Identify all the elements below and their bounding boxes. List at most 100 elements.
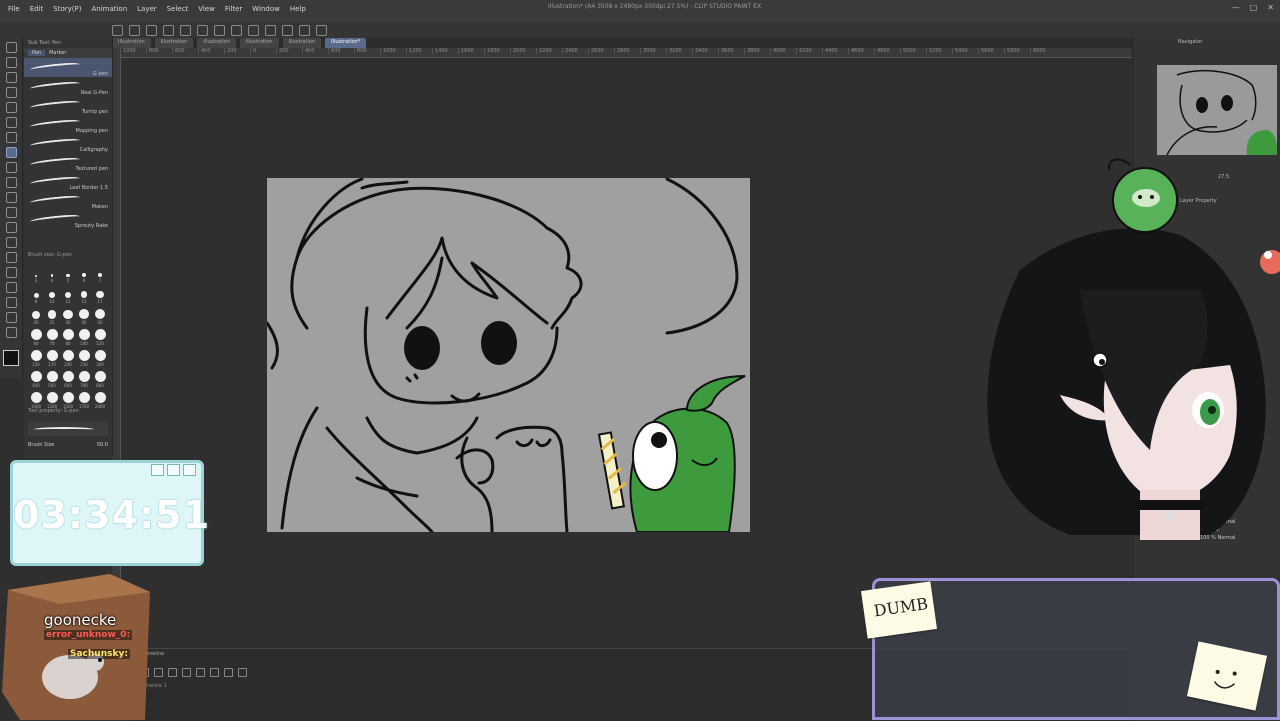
timer-close-icon[interactable] bbox=[183, 464, 196, 476]
save-icon[interactable] bbox=[163, 25, 174, 36]
brush-size-option[interactable]: 700 bbox=[76, 369, 92, 388]
brush-size-option[interactable]: 25 bbox=[44, 306, 60, 325]
brush-item[interactable]: Calligraphy bbox=[24, 134, 112, 153]
pen-icon[interactable] bbox=[248, 25, 259, 36]
balloon-tool-icon[interactable] bbox=[6, 312, 17, 323]
brush-size-option[interactable]: 8 bbox=[28, 285, 44, 304]
onion-skin-icon[interactable] bbox=[238, 668, 247, 677]
drawing-canvas[interactable] bbox=[267, 178, 750, 532]
brush-size-option[interactable]: 250 bbox=[76, 348, 92, 367]
text-tool-icon[interactable] bbox=[6, 297, 17, 308]
menu-icon[interactable] bbox=[112, 25, 123, 36]
main-color-swatch[interactable] bbox=[3, 350, 19, 366]
brush-item[interactable]: Turnip pen bbox=[24, 96, 112, 115]
transform-icon[interactable] bbox=[231, 25, 242, 36]
pen-tool-icon[interactable] bbox=[6, 147, 17, 158]
brush-tool-icon[interactable] bbox=[6, 177, 17, 188]
lasso-tool-icon[interactable] bbox=[6, 117, 17, 128]
settings-icon[interactable] bbox=[214, 25, 225, 36]
tab-document-1[interactable]: Illustration bbox=[112, 38, 151, 48]
decoration-tool-icon[interactable] bbox=[6, 207, 17, 218]
menu-filter[interactable]: Filter bbox=[225, 5, 242, 13]
prev-frame-icon[interactable] bbox=[154, 668, 163, 677]
brush-size-option[interactable]: 17 bbox=[92, 285, 108, 304]
blend-tool-icon[interactable] bbox=[6, 237, 17, 248]
brush-size-option[interactable]: 6 bbox=[76, 264, 92, 283]
undo-icon[interactable] bbox=[180, 25, 191, 36]
tab-document-4[interactable]: illustration bbox=[239, 38, 279, 48]
brush-size-option[interactable]: 150 bbox=[28, 348, 44, 367]
loop-icon[interactable] bbox=[210, 668, 219, 677]
brush-size-option[interactable]: 300 bbox=[92, 348, 108, 367]
brush-size-option[interactable]: 3 bbox=[28, 264, 44, 283]
brush-size-option[interactable]: 4 bbox=[44, 264, 60, 283]
ruler-icon[interactable] bbox=[316, 25, 327, 36]
new-cel-icon[interactable] bbox=[224, 668, 233, 677]
timer-minimize-icon[interactable] bbox=[151, 464, 164, 476]
figure-tool-icon[interactable] bbox=[6, 282, 17, 293]
tab-pen[interactable]: Pen bbox=[28, 50, 46, 56]
brush-size-option[interactable]: 500 bbox=[44, 369, 60, 388]
new-icon[interactable] bbox=[129, 25, 140, 36]
brush-size-option[interactable]: 40 bbox=[76, 306, 92, 325]
brush-size-option[interactable]: 7 bbox=[92, 264, 108, 283]
menu-layer[interactable]: Layer bbox=[137, 5, 157, 13]
move-layer-icon[interactable] bbox=[6, 87, 17, 98]
pencil-tool-icon[interactable] bbox=[6, 162, 17, 173]
move-tool-icon[interactable] bbox=[6, 57, 17, 68]
brush-size-option[interactable]: 120 bbox=[92, 327, 108, 346]
brush-size-value[interactable]: 50.0 bbox=[97, 442, 108, 448]
brush-size-option[interactable]: 50 bbox=[92, 306, 108, 325]
play-icon[interactable] bbox=[168, 668, 177, 677]
minimize-icon[interactable]: — bbox=[1232, 3, 1240, 12]
brush-size-option[interactable]: 20 bbox=[28, 306, 44, 325]
eraser-tool-icon[interactable] bbox=[6, 222, 17, 233]
airbrush-tool-icon[interactable] bbox=[6, 192, 17, 203]
tab-document-active[interactable]: Illustration* bbox=[325, 38, 367, 48]
eyedropper-tool-icon[interactable] bbox=[6, 132, 17, 143]
menu-view[interactable]: View bbox=[198, 5, 215, 13]
selection-tool-icon[interactable] bbox=[6, 102, 17, 113]
brush-item[interactable]: Maken bbox=[24, 191, 112, 210]
operation-tool-icon[interactable] bbox=[6, 72, 17, 83]
menu-help[interactable]: Help bbox=[290, 5, 306, 13]
tab-marker[interactable]: Marker bbox=[49, 50, 66, 56]
last-frame-icon[interactable] bbox=[196, 668, 205, 677]
next-frame-icon[interactable] bbox=[182, 668, 191, 677]
zoom-tool-icon[interactable] bbox=[6, 42, 17, 53]
brush-item[interactable]: Real G-Pen bbox=[24, 77, 112, 96]
brush-size-option[interactable]: 200 bbox=[60, 348, 76, 367]
brush-size-option[interactable]: 30 bbox=[60, 306, 76, 325]
brush-size-option[interactable]: 15 bbox=[76, 285, 92, 304]
brush-size-option[interactable]: 600 bbox=[60, 369, 76, 388]
brush-size-option[interactable]: 12 bbox=[60, 285, 76, 304]
fill-tool-icon[interactable] bbox=[6, 252, 17, 263]
menu-window[interactable]: Window bbox=[252, 5, 280, 13]
menu-animation[interactable]: Animation bbox=[91, 5, 127, 13]
brush-size-option[interactable]: 170 bbox=[44, 348, 60, 367]
gradient-tool-icon[interactable] bbox=[6, 267, 17, 278]
brush-size-option[interactable]: 800 bbox=[92, 369, 108, 388]
menu-edit[interactable]: Edit bbox=[30, 5, 44, 13]
fill-icon[interactable] bbox=[282, 25, 293, 36]
brush-size-option[interactable]: 100 bbox=[76, 327, 92, 346]
brush-item[interactable]: Leaf Border 1.5 bbox=[24, 172, 112, 191]
select-icon[interactable] bbox=[265, 25, 276, 36]
snap-icon[interactable] bbox=[299, 25, 310, 36]
open-icon[interactable] bbox=[146, 25, 157, 36]
brush-size-option[interactable]: 10 bbox=[44, 285, 60, 304]
tab-document-3[interactable]: illustration bbox=[197, 38, 236, 48]
brush-item[interactable]: Sprouty Rake bbox=[24, 210, 112, 229]
tab-document-5[interactable]: illustration bbox=[282, 38, 322, 48]
brush-size-option[interactable]: 70 bbox=[44, 327, 60, 346]
timer-maximize-icon[interactable] bbox=[167, 464, 180, 476]
brush-size-option[interactable]: 60 bbox=[28, 327, 44, 346]
menu-file[interactable]: File bbox=[8, 5, 20, 13]
brush-size-option[interactable]: 80 bbox=[60, 327, 76, 346]
menu-select[interactable]: Select bbox=[167, 5, 189, 13]
redo-icon[interactable] bbox=[197, 25, 208, 36]
brush-item[interactable]: Mapping pen bbox=[24, 115, 112, 134]
tab-document-2[interactable]: illustration bbox=[154, 38, 194, 48]
brush-size-option[interactable]: 400 bbox=[28, 369, 44, 388]
close-icon[interactable]: ✕ bbox=[1267, 3, 1274, 12]
